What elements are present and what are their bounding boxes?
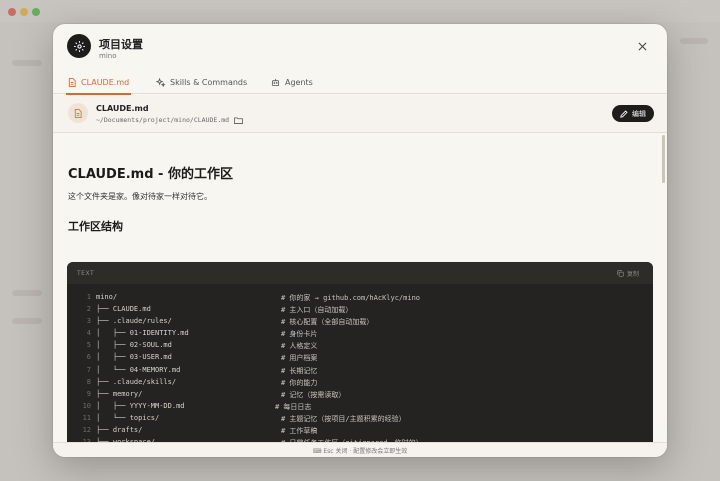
code-comment: # 主入口（自动加载） [281,306,353,315]
copy-icon [617,270,624,277]
code-comment: # 工作草稿 [281,427,318,436]
doc-intro-paragraph: 这个文件夹是家。像对待家一样对待它。 [68,192,212,201]
code-text: │ ├── YYYY-MM-DD.md [96,401,185,410]
dialog-header: 项目设置 mino [53,24,667,69]
code-text: ├── .claude/skills/ [96,377,177,386]
document-icon [68,77,76,87]
line-number: 10 [82,401,91,410]
line-number: 2 [86,305,91,314]
code-line: 12 ├── drafts/ # 工作草稿 [67,426,653,438]
code-line: 3 ├── .claude/rules/ # 核心配置（全部自动加载） [67,317,653,329]
code-lines: 1 mino/ # 你的家 → github.com/hAcKlyc/mino 2 ├─… [67,293,653,442]
markdown-preview[interactable]: CLAUDE.md - 你的工作区 这个文件夹是家。像对待家一样对待它。 工作区… [53,133,667,442]
tab-label: Agents [285,77,313,87]
code-line: 1 mino/ # 你的家 → github.com/hAcKlyc/mino [67,293,653,305]
code-comment: # 核心配置（全部自动加载） [281,318,374,327]
project-settings-dialog: 项目设置 mino CLAUDE.md Skills & Commands Ag… [53,24,667,457]
code-block: TEXT 复制 1 mino/ # 你的家 → github.com/hAcKlyc… [67,262,653,442]
code-line: 6 │ ├── 03-USER.md # 用户档案 [67,353,653,365]
dialog-footer-hint: ⌨ Esc 关闭 · 配置修改会立即生效 [53,442,667,457]
doc-heading-2: 工作区结构 [68,220,123,233]
code-line: 5 │ ├── 02-SOUL.md # 人格定义 [67,341,653,353]
pencil-icon [620,109,628,118]
folder-open-icon[interactable] [234,116,243,124]
file-document-icon [68,103,88,123]
code-comment: # 你的家 → github.com/hAcKlyc/mino [281,294,421,302]
code-comment: # 长期记忆 [281,366,318,375]
code-text: mino/ [96,293,118,301]
code-line: 9 ├── memory/ # 记忆（按需读取） [67,390,653,402]
code-comment: # 身份卡片 [281,330,318,339]
close-icon [638,42,646,50]
code-line: 7 │ └── 04-MEMORY.md # 长期记忆 [67,366,653,378]
code-line: 4 │ ├── 01-IDENTITY.md # 身份卡片 [67,329,653,341]
code-text: │ ├── 03-USER.md [96,353,172,362]
robot-icon [271,78,280,86]
code-comment: # 每日日志 [275,402,312,411]
code-text: │ └── 04-MEMORY.md [96,365,181,374]
code-comment: # 人格定义 [281,342,318,351]
line-number: 1 [86,293,91,301]
copy-code-button[interactable]: 复制 [617,269,639,278]
tab-claude-md[interactable]: CLAUDE.md [65,70,132,95]
code-line: 8 ├── .claude/skills/ # 你的能力 [67,378,653,390]
code-line: 11 │ └── topics/ # 主题记忆（按项目/主题积累的经验） [67,414,653,426]
line-number: 12 [82,426,91,435]
tab-label: Skills & Commands [170,77,248,87]
code-comment: # 用户档案 [281,354,318,363]
line-number: 4 [86,329,91,338]
code-line: 10 │ ├── YYYY-MM-DD.md # 每日日志 [67,402,653,414]
doc-heading-1: CLAUDE.md - 你的工作区 [68,167,233,182]
line-number: 9 [86,389,91,398]
code-text: ├── drafts/ [96,426,143,435]
file-path: ~/Documents/project/mino/CLAUDE.md [96,116,243,124]
file-name: CLAUDE.md [96,104,149,113]
line-number: 5 [86,341,91,350]
tab-skills-commands[interactable]: Skills & Commands [156,70,247,94]
code-text: ├── .claude/rules/ [96,317,172,326]
code-line: 2 ├── CLAUDE.md # 主入口（自动加载） [67,305,653,317]
dialog-title: 项目设置 [99,38,143,51]
scrollbar-thumb[interactable] [662,135,665,183]
code-comment: # 主题记忆（按项目/主题积累的经验） [281,414,406,423]
code-text: ├── memory/ [96,389,143,398]
line-number: 3 [86,317,91,326]
close-dialog-button[interactable] [635,39,649,53]
dialog-subtitle: mino [99,52,117,60]
file-path-text: ~/Documents/project/mino/CLAUDE.md [96,116,230,124]
tab-label: CLAUDE.md [81,77,130,87]
code-block-header: TEXT 复制 [67,262,653,284]
edit-button-label: 编辑 [632,109,646,118]
code-comment: # 记忆（按需读取） [281,390,346,399]
edit-button[interactable]: 编辑 [612,105,654,122]
code-text: │ └── topics/ [96,413,160,422]
tab-agents[interactable]: Agents [271,70,313,94]
copy-label: 复制 [626,271,639,278]
code-language-label: TEXT [77,270,95,277]
code-comment: # 你的能力 [281,378,318,387]
line-number: 6 [86,353,91,362]
code-text: ├── CLAUDE.md [96,305,151,314]
line-number: 7 [86,365,91,374]
settings-gear-icon [67,34,91,58]
line-number: 8 [86,377,91,386]
file-info-bar: CLAUDE.md ~/Documents/project/mino/CLAUD… [53,95,667,133]
sparkles-icon [156,77,165,87]
code-text: │ ├── 02-SOUL.md [96,341,172,350]
tab-bar: CLAUDE.md Skills & Commands Agents [53,70,667,95]
code-text: │ ├── 01-IDENTITY.md [96,329,189,338]
line-number: 11 [82,413,91,422]
